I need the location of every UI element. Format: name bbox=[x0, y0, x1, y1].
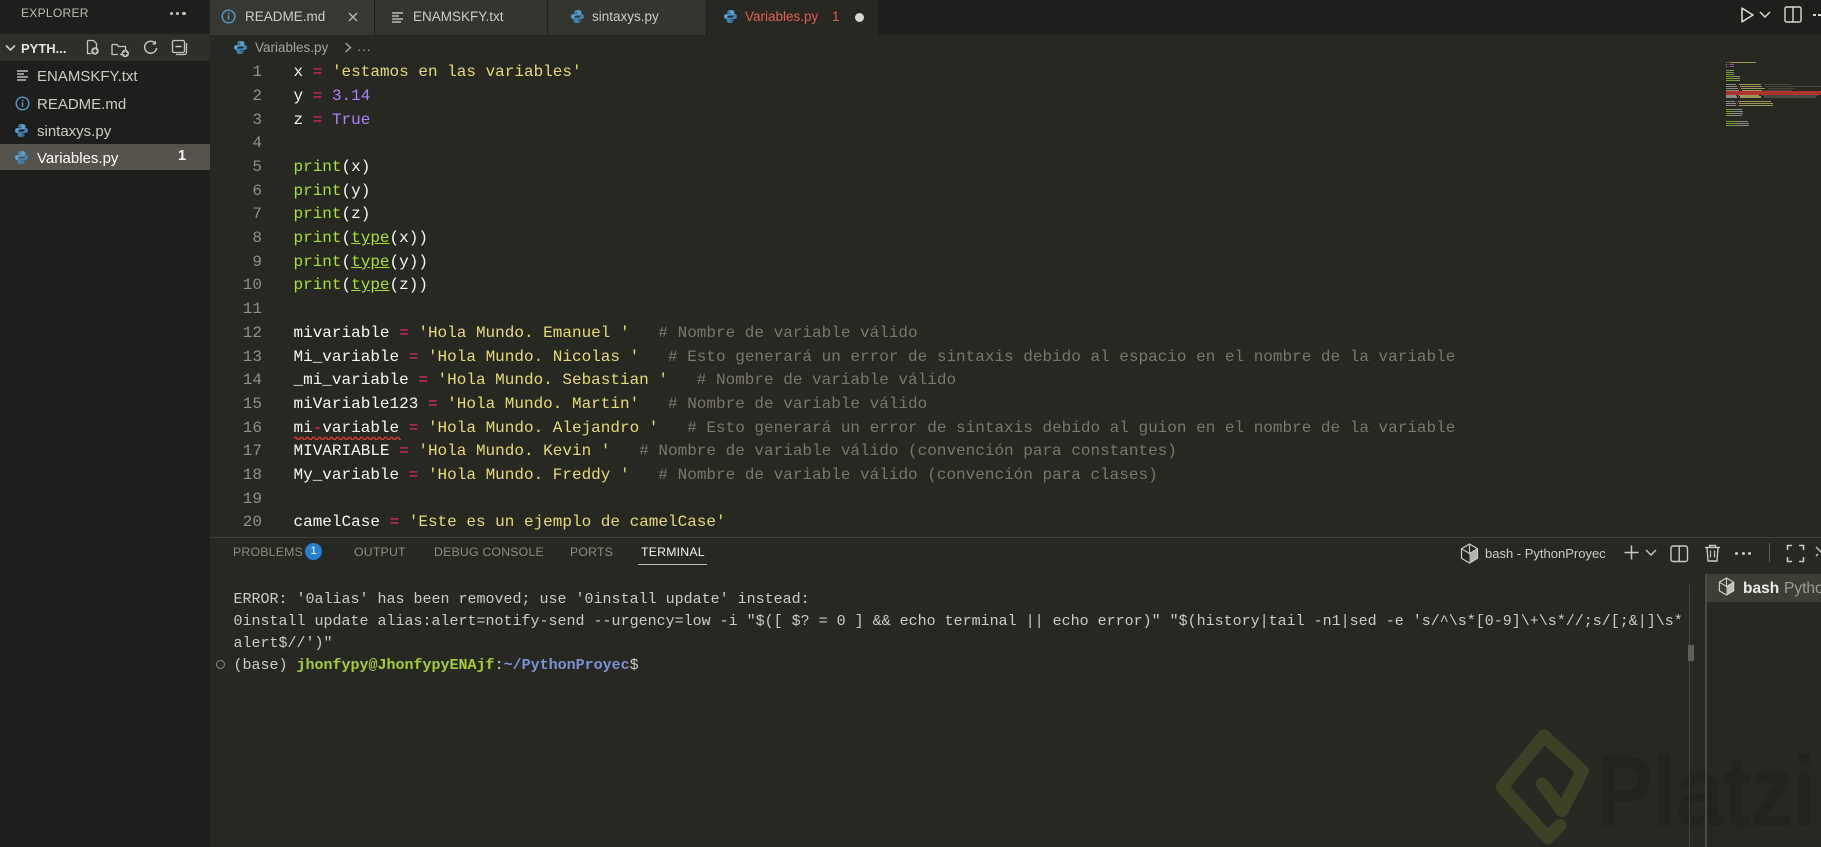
svg-text:Platzi: Platzi bbox=[1597, 735, 1816, 847]
